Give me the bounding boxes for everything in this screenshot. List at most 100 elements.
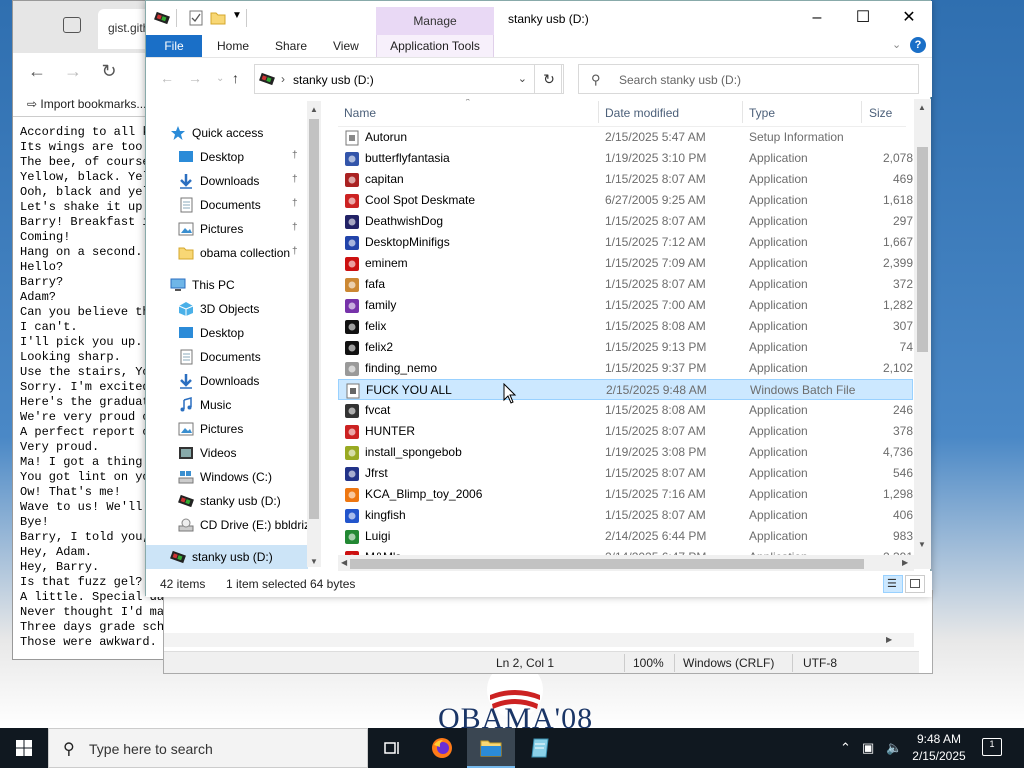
recent-locations-icon[interactable]: ⌄: [216, 73, 224, 84]
column-name[interactable]: Name: [344, 106, 376, 120]
title-bar[interactable]: ▼ Manage stanky usb (D:) – ☐ ✕: [146, 1, 932, 35]
file-row[interactable]: Cool Spot Deskmate 6/27/2005 9:25 AM Appli…: [338, 190, 913, 211]
file-row[interactable]: FUCK YOU ALL 2/15/2025 9:48 AM Windows Bat…: [338, 379, 913, 400]
notepad-hscrollbar[interactable]: ▶: [164, 633, 914, 647]
tab-file[interactable]: File: [146, 35, 202, 57]
nav-item[interactable]: Pictures †: [146, 217, 308, 241]
start-button[interactable]: [0, 728, 48, 768]
file-row[interactable]: eminem 1/15/2025 7:09 AM Application 2,399: [338, 253, 913, 274]
search-input[interactable]: ⚲ Search stanky usb (D:): [578, 64, 919, 94]
column-divider[interactable]: [861, 101, 862, 123]
nav-item[interactable]: Desktop †: [146, 145, 308, 169]
address-dropdown-icon[interactable]: ⌄: [518, 72, 527, 85]
expand-ribbon-icon[interactable]: ⌄: [892, 38, 901, 51]
maximize-icon[interactable]: ☐: [840, 1, 886, 35]
nav-item[interactable]: Downloads: [146, 369, 308, 393]
reload-icon[interactable]: ↻: [99, 61, 119, 81]
nav-item[interactable]: Videos: [146, 441, 308, 465]
back-icon[interactable]: ←: [27, 61, 47, 81]
file-row[interactable]: KCA_Blimp_toy_2006 1/15/2025 7:16 AM Appli…: [338, 484, 913, 505]
nav-item[interactable]: This PC: [146, 273, 308, 297]
task-view-button[interactable]: [368, 728, 416, 768]
line-ending: Windows (CRLF): [683, 656, 775, 670]
file-row[interactable]: DesktopMinifigs 1/15/2025 7:12 AM Applicat…: [338, 232, 913, 253]
file-row[interactable]: DeathwishDog 1/15/2025 8:07 AM Application…: [338, 211, 913, 232]
column-type[interactable]: Type: [749, 106, 775, 120]
file-row[interactable]: felix 1/15/2025 8:08 AM Application 307: [338, 316, 913, 337]
tab-overview-icon[interactable]: [63, 17, 81, 33]
large-icons-view-button[interactable]: [905, 575, 925, 593]
show-hidden-icons-icon[interactable]: ⌃: [840, 740, 851, 756]
nav-item[interactable]: Windows (C:): [146, 465, 308, 489]
scroll-down-icon[interactable]: ▼: [310, 557, 318, 566]
taskbar-firefox[interactable]: [418, 728, 466, 768]
nav-item[interactable]: Music: [146, 393, 308, 417]
tab-application-tools[interactable]: Application Tools: [376, 35, 494, 57]
notification-center-icon[interactable]: 1: [982, 738, 1002, 756]
scroll-right-icon[interactable]: ▶: [902, 558, 908, 567]
column-size[interactable]: Size: [869, 106, 892, 120]
file-row[interactable]: fvcat 1/15/2025 8:08 AM Application 246: [338, 400, 913, 421]
breadcrumb-chevron-icon[interactable]: ›: [281, 72, 285, 86]
import-bookmarks-link[interactable]: Import bookmarks...: [40, 97, 146, 111]
scroll-right-icon[interactable]: ▶: [886, 635, 892, 644]
nav-item[interactable]: stanky usb (D:): [146, 545, 308, 569]
file-row[interactable]: felix2 1/15/2025 9:13 PM Application 74: [338, 337, 913, 358]
file-row[interactable]: Autorun 2/15/2025 5:47 AM Setup Informatio…: [338, 127, 913, 148]
nav-item[interactable]: obama collection †: [146, 241, 308, 265]
back-arrow-icon[interactable]: ←: [160, 70, 174, 86]
nav-item[interactable]: Downloads †: [146, 169, 308, 193]
nav-item[interactable]: Documents †: [146, 193, 308, 217]
scroll-left-icon[interactable]: ◀: [341, 558, 347, 567]
manage-contextual-tab[interactable]: Manage: [376, 7, 494, 35]
column-date-modified[interactable]: Date modified: [605, 106, 679, 120]
taskbar-search-input[interactable]: ⚲ Type here to search: [48, 728, 368, 768]
new-folder-icon[interactable]: [210, 10, 226, 26]
taskbar-file-explorer[interactable]: [467, 728, 515, 768]
nav-item[interactable]: Quick access: [146, 121, 308, 145]
network-icon[interactable]: ▣: [862, 740, 874, 756]
tab-share[interactable]: Share: [275, 39, 307, 53]
nav-item[interactable]: stanky usb (D:): [146, 489, 308, 513]
nav-item[interactable]: 3D Objects: [146, 297, 308, 321]
taskbar-clock[interactable]: 9:48 AM 2/15/2025: [904, 731, 974, 765]
file-row[interactable]: Luigi 2/14/2025 6:44 PM Application 983: [338, 526, 913, 547]
file-row[interactable]: fafa 1/15/2025 8:07 AM Application 372: [338, 274, 913, 295]
file-list-hscroll-thumb[interactable]: [350, 559, 864, 569]
qat-dropdown-icon[interactable]: ▼: [232, 10, 242, 21]
address-bar[interactable]: › stanky usb (D:) ⌄: [254, 64, 562, 94]
help-icon[interactable]: ?: [910, 37, 926, 53]
forward-icon[interactable]: →: [63, 61, 83, 81]
column-divider[interactable]: [742, 101, 743, 123]
column-divider[interactable]: [598, 101, 599, 123]
nav-item[interactable]: Desktop: [146, 321, 308, 345]
navpane-scroll-thumb[interactable]: [309, 119, 319, 519]
close-icon[interactable]: ✕: [886, 1, 932, 35]
breadcrumb[interactable]: stanky usb (D:): [293, 73, 374, 87]
scroll-down-icon[interactable]: ▼: [918, 540, 926, 549]
tab-view[interactable]: View: [333, 39, 359, 53]
file-list-scroll-thumb[interactable]: [917, 147, 928, 352]
minimize-icon[interactable]: –: [794, 1, 840, 35]
file-row[interactable]: Jfrst 1/15/2025 8:07 AM Application 546: [338, 463, 913, 484]
file-row[interactable]: finding_nemo 1/15/2025 9:37 PM Application…: [338, 358, 913, 379]
file-row[interactable]: HUNTER 1/15/2025 8:07 AM Application 378: [338, 421, 913, 442]
scroll-up-icon[interactable]: ▲: [918, 103, 926, 112]
nav-item[interactable]: Pictures: [146, 417, 308, 441]
forward-arrow-icon[interactable]: →: [188, 70, 202, 86]
nav-item[interactable]: CD Drive (E:) bbldriz: [146, 513, 310, 537]
properties-icon[interactable]: [188, 10, 204, 26]
file-row[interactable]: family 1/15/2025 7:00 AM Application 1,282: [338, 295, 913, 316]
tab-home[interactable]: Home: [217, 39, 249, 53]
refresh-button[interactable]: ↻: [534, 64, 564, 94]
scroll-up-icon[interactable]: ▲: [310, 105, 318, 114]
file-row[interactable]: kingfish 1/15/2025 8:07 AM Application 406: [338, 505, 913, 526]
details-view-button[interactable]: ☰: [883, 575, 903, 593]
up-arrow-icon[interactable]: ↑: [232, 70, 239, 86]
volume-muted-icon[interactable]: 🔈: [886, 740, 902, 756]
file-row[interactable]: install_spongebob 1/19/2025 3:08 PM Applic…: [338, 442, 913, 463]
file-row[interactable]: butterflyfantasia 1/19/2025 3:10 PM Applic…: [338, 148, 913, 169]
nav-item[interactable]: Documents: [146, 345, 308, 369]
taskbar-notepad[interactable]: [516, 728, 564, 768]
file-row[interactable]: capitan 1/15/2025 8:07 AM Application 469: [338, 169, 913, 190]
